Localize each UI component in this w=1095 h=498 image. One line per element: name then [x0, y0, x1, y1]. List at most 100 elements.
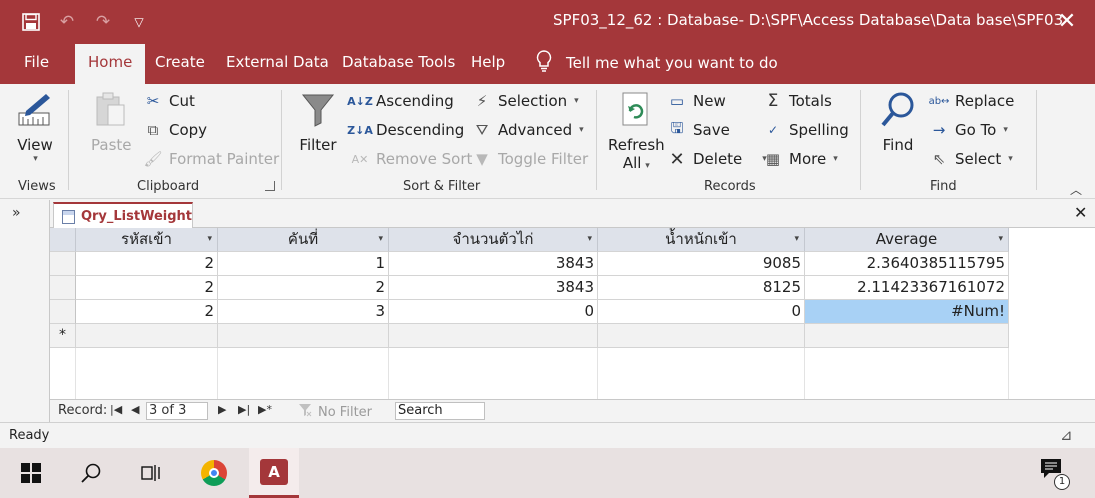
refresh-all-button[interactable]: Refresh All ▾ [608, 90, 665, 172]
table-cell[interactable]: 2.11423367161072 [805, 276, 1009, 300]
arrow-right-icon: → [932, 121, 946, 139]
row-selector[interactable] [50, 276, 76, 300]
table-cell[interactable]: 0 [598, 300, 805, 324]
table-cell[interactable] [218, 324, 389, 348]
last-record-icon[interactable]: ▶| [238, 403, 250, 416]
ascending-button[interactable]: A↓Z Ascending [347, 90, 454, 112]
selection-button[interactable]: ⚡ Selection ▾ [472, 90, 579, 112]
column-header[interactable]: คันที่ ▾ [218, 228, 389, 252]
lightbulb-icon [536, 50, 552, 76]
column-header[interactable]: Average ▾ [805, 228, 1009, 252]
table-cell-selected[interactable]: #Num! [805, 300, 1009, 324]
chevron-down-icon[interactable]: ▾ [207, 228, 212, 251]
totals-button[interactable]: Σ Totals [763, 90, 832, 112]
start-button[interactable] [6, 448, 56, 498]
descending-button[interactable]: Z↓A Descending [347, 119, 464, 141]
table-cell[interactable]: 0 [389, 300, 598, 324]
copy-button[interactable]: ⧉ Copy [143, 119, 207, 141]
spelling-button[interactable]: ✓ Spelling [763, 119, 849, 141]
advanced-button[interactable]: ⛛ Advanced ▾ [472, 119, 584, 141]
table-cell[interactable]: 2.3640385115795 [805, 252, 1009, 276]
tab-database-tools[interactable]: Database Tools [342, 44, 455, 84]
customize-qat-icon[interactable]: ▽ [126, 9, 152, 35]
collapse-ribbon-icon[interactable]: ︿ [1070, 181, 1082, 198]
advanced-filter-icon: ⛛ [475, 121, 489, 139]
tab-help[interactable]: Help [471, 44, 505, 84]
notification-center-icon[interactable]: 1 [1040, 458, 1070, 490]
column-header[interactable]: รหัสเข้า ▾ [76, 228, 218, 252]
previous-record-icon[interactable]: ◀ [131, 403, 139, 416]
chevron-down-icon: ▾ [579, 125, 584, 135]
filter-button[interactable]: Filter [298, 90, 338, 154]
table-cell[interactable]: 9085 [598, 252, 805, 276]
new-blank-record-icon[interactable]: ▶* [258, 403, 272, 416]
no-filter-icon [298, 403, 312, 421]
next-record-icon[interactable]: ▶ [218, 403, 226, 416]
search-input[interactable]: Search [395, 402, 485, 420]
undo-icon[interactable]: ↶ [54, 9, 80, 35]
filter-status[interactable]: No Filter [298, 403, 372, 421]
table-cell[interactable]: 2 [76, 300, 218, 324]
chevron-down-icon[interactable]: ▾ [378, 228, 383, 251]
tell-me-box[interactable]: Tell me what you want to do [536, 50, 778, 76]
table-cell[interactable] [76, 324, 218, 348]
query-tab[interactable]: Qry_ListWeight [53, 202, 193, 229]
chrome-taskbar-button[interactable] [189, 448, 239, 498]
first-record-icon[interactable]: |◀ [110, 403, 122, 416]
column-header[interactable]: น้ำหนักเข้า ▾ [598, 228, 805, 252]
new-row-marker[interactable]: * [50, 324, 76, 348]
view-button[interactable]: View ▾ [15, 90, 55, 164]
cut-button[interactable]: ✂ Cut [143, 90, 195, 112]
close-tab-icon[interactable]: ✕ [1074, 203, 1087, 222]
group-label-records: Records [704, 179, 756, 194]
expand-nav-pane-icon[interactable]: » [12, 205, 21, 221]
table-cell[interactable]: 2 [218, 276, 389, 300]
table-cell[interactable] [389, 324, 598, 348]
column-header[interactable]: จำนวนตัวไก่ ▾ [389, 228, 598, 252]
table-cell[interactable] [805, 324, 1009, 348]
redo-icon[interactable]: ↷ [90, 9, 116, 35]
new-record-button[interactable]: ▭ New [667, 90, 726, 112]
chevron-down-icon[interactable]: ▾ [587, 228, 592, 251]
task-view-button[interactable] [126, 448, 176, 498]
find-button[interactable]: Find [878, 90, 918, 154]
navigation-pane: » [0, 200, 50, 422]
clipboard-dialog-launcher-icon[interactable] [265, 181, 275, 191]
design-view-icon[interactable]: ⊿ [1060, 426, 1073, 444]
table-cell[interactable]: 3843 [389, 276, 598, 300]
table-cell[interactable]: 8125 [598, 276, 805, 300]
save-record-button[interactable]: 🖫 Save [667, 119, 730, 141]
new-record-icon: ▭ [669, 92, 685, 110]
access-taskbar-button[interactable]: A [249, 448, 299, 498]
goto-button[interactable]: → Go To ▾ [929, 119, 1008, 141]
current-record-field[interactable]: 3 of 3 [146, 402, 208, 420]
tab-file[interactable]: File [24, 44, 49, 84]
chevron-down-icon[interactable]: ▾ [998, 228, 1003, 251]
close-window-button[interactable]: ✕ [1052, 6, 1082, 36]
save-icon[interactable] [18, 9, 44, 35]
paste-button[interactable]: Paste [91, 90, 132, 154]
toggle-filter-button[interactable]: ▼ Toggle Filter [472, 148, 588, 170]
more-button[interactable]: ▦ More ▾ [763, 148, 838, 170]
replace-button[interactable]: ab↔ Replace [929, 90, 1015, 112]
format-painter-icon: 🖌 [143, 150, 163, 168]
row-selector[interactable] [50, 300, 76, 324]
table-cell[interactable]: 2 [76, 252, 218, 276]
tab-home[interactable]: Home [75, 44, 146, 84]
select-all-corner[interactable] [50, 228, 76, 252]
table-cell[interactable]: 3843 [389, 252, 598, 276]
remove-sort-button[interactable]: A✕ Remove Sort [350, 148, 473, 170]
delete-record-button[interactable]: ✕ Delete ▾ [667, 148, 766, 170]
tab-create[interactable]: Create [155, 44, 205, 84]
table-cell[interactable]: 2 [76, 276, 218, 300]
row-selector[interactable] [50, 252, 76, 276]
table-cell[interactable]: 3 [218, 300, 389, 324]
select-button[interactable]: ⇖ Select ▾ [929, 148, 1013, 170]
chevron-down-icon[interactable]: ▾ [794, 228, 799, 251]
search-button[interactable] [66, 448, 116, 498]
chevron-down-icon: ▾ [833, 154, 838, 164]
table-cell[interactable] [598, 324, 805, 348]
format-painter-button[interactable]: 🖌 Format Painter [143, 148, 279, 170]
tab-external-data[interactable]: External Data [226, 44, 329, 84]
table-cell[interactable]: 1 [218, 252, 389, 276]
